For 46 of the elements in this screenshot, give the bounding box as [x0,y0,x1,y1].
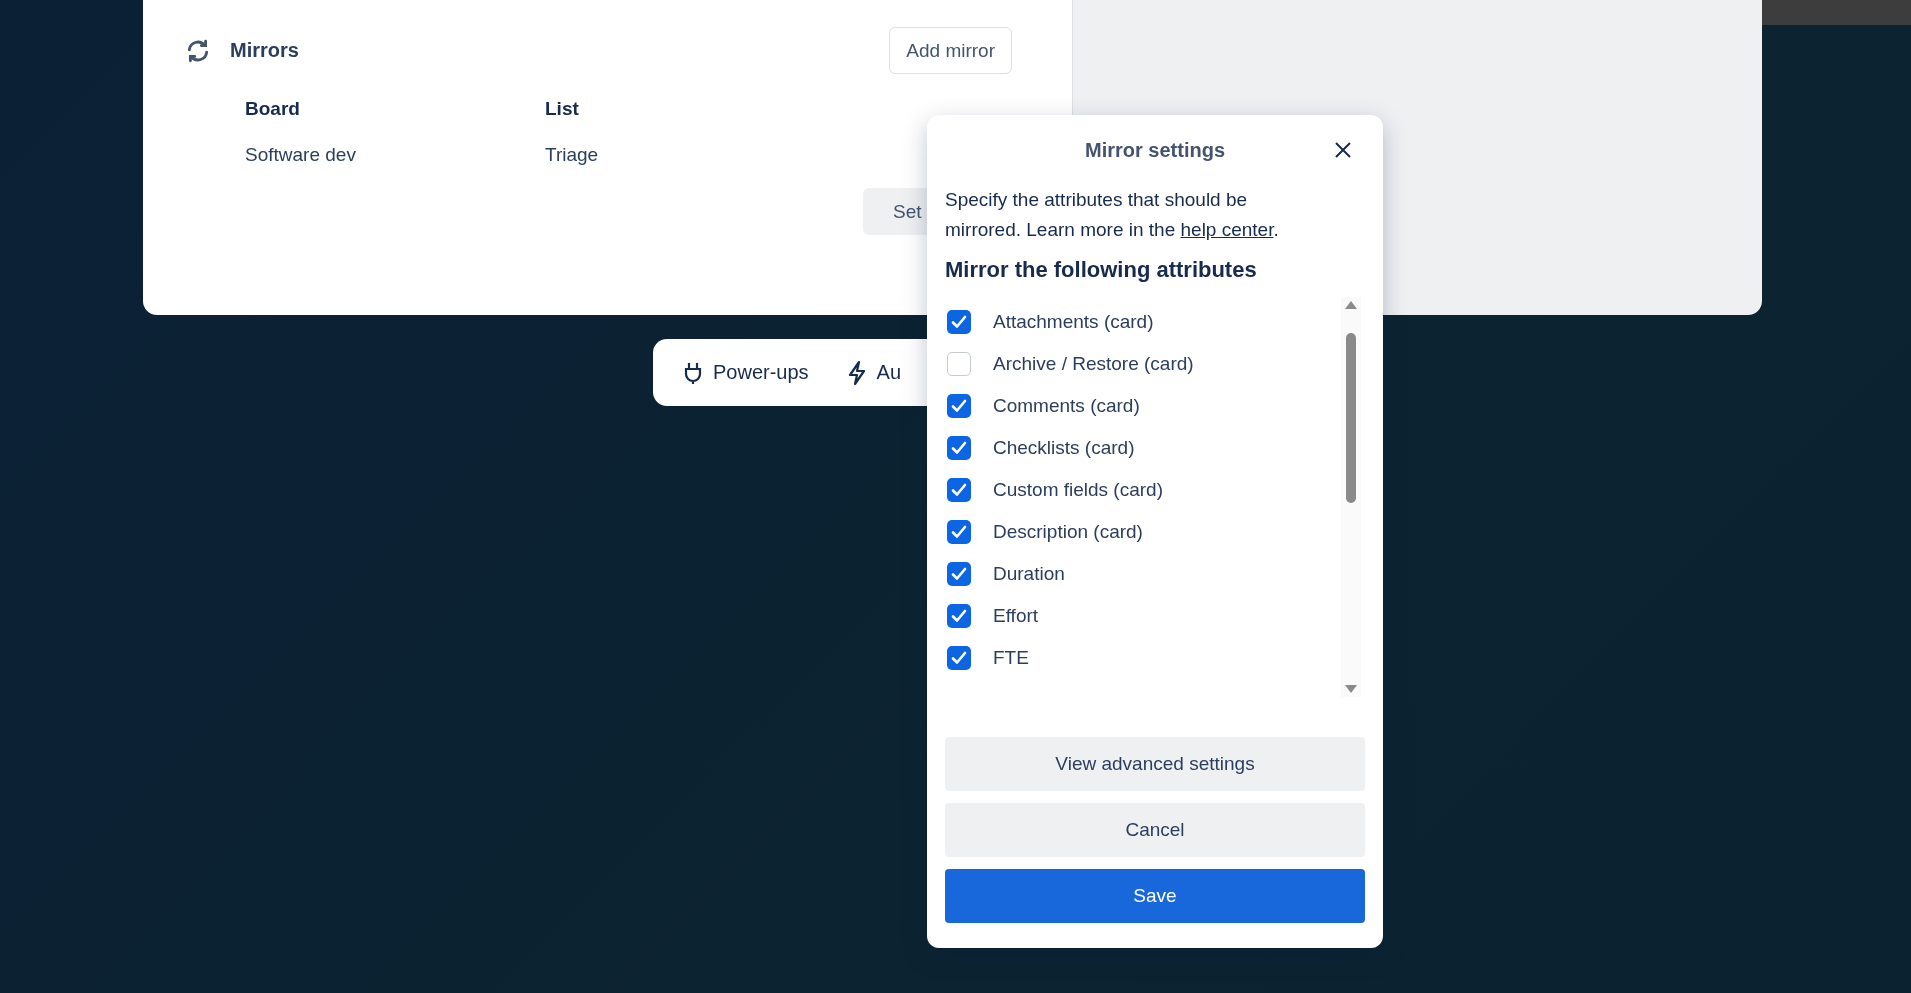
close-icon [1335,142,1351,158]
checkbox-label: FTE [993,647,1029,669]
column-header: Board [245,98,301,120]
checkmark-icon [951,483,967,497]
checkbox[interactable] [947,604,971,628]
checkbox-label: Duration [993,563,1065,585]
checkbox[interactable] [947,310,971,334]
checkbox[interactable] [947,478,971,502]
plug-icon [683,360,703,385]
checkmark-icon [951,609,967,623]
column-header: List [545,98,580,120]
scroll-down-icon[interactable] [1345,685,1357,693]
checkbox[interactable] [947,562,971,586]
checkbox-label: Archive / Restore (card) [993,353,1194,375]
dialog-title: Mirror settings [1085,138,1225,162]
checkbox[interactable] [947,520,971,544]
scrollbar-thumb[interactable] [1346,333,1356,503]
add-mirror-button[interactable]: Add mirror [889,27,1012,74]
section-title: Mirrors [230,39,300,62]
primary-button[interactable]: Save [945,869,1365,923]
checkbox-label: Custom fields (card) [993,479,1163,501]
checkmark-icon [951,525,967,539]
section-heading: Mirror the following attributes [945,257,1258,283]
secondary-button[interactable]: View advanced settings [945,737,1365,791]
table-cell-text: Triage [545,144,600,166]
checkbox[interactable] [947,352,971,376]
checkmark-icon [951,567,967,581]
checkmark-icon [951,399,967,413]
table-cell-text: Software dev [245,144,357,166]
checkbox[interactable] [947,436,971,460]
toolbar-button[interactable]: Power-ups [683,360,809,385]
lightning-bolt-icon [846,359,867,386]
checkmark-icon [951,441,967,455]
checkbox-label: Checklists (card) [993,437,1135,459]
checkbox-label: Effort [993,605,1039,627]
secondary-button[interactable]: Cancel [945,803,1365,857]
checkbox-label: Description (card) [993,521,1143,543]
checkbox-label: Comments (card) [993,395,1140,417]
checkbox-label: Attachments (card) [993,311,1154,333]
checkmark-icon [951,315,967,329]
checkmark-icon [951,651,967,665]
checkbox[interactable] [947,646,971,670]
toolbar-button[interactable]: Au [846,359,902,386]
scroll-up-icon[interactable] [1345,301,1357,309]
checkbox[interactable] [947,394,971,418]
help-center-link[interactable]: help center [1180,219,1274,240]
